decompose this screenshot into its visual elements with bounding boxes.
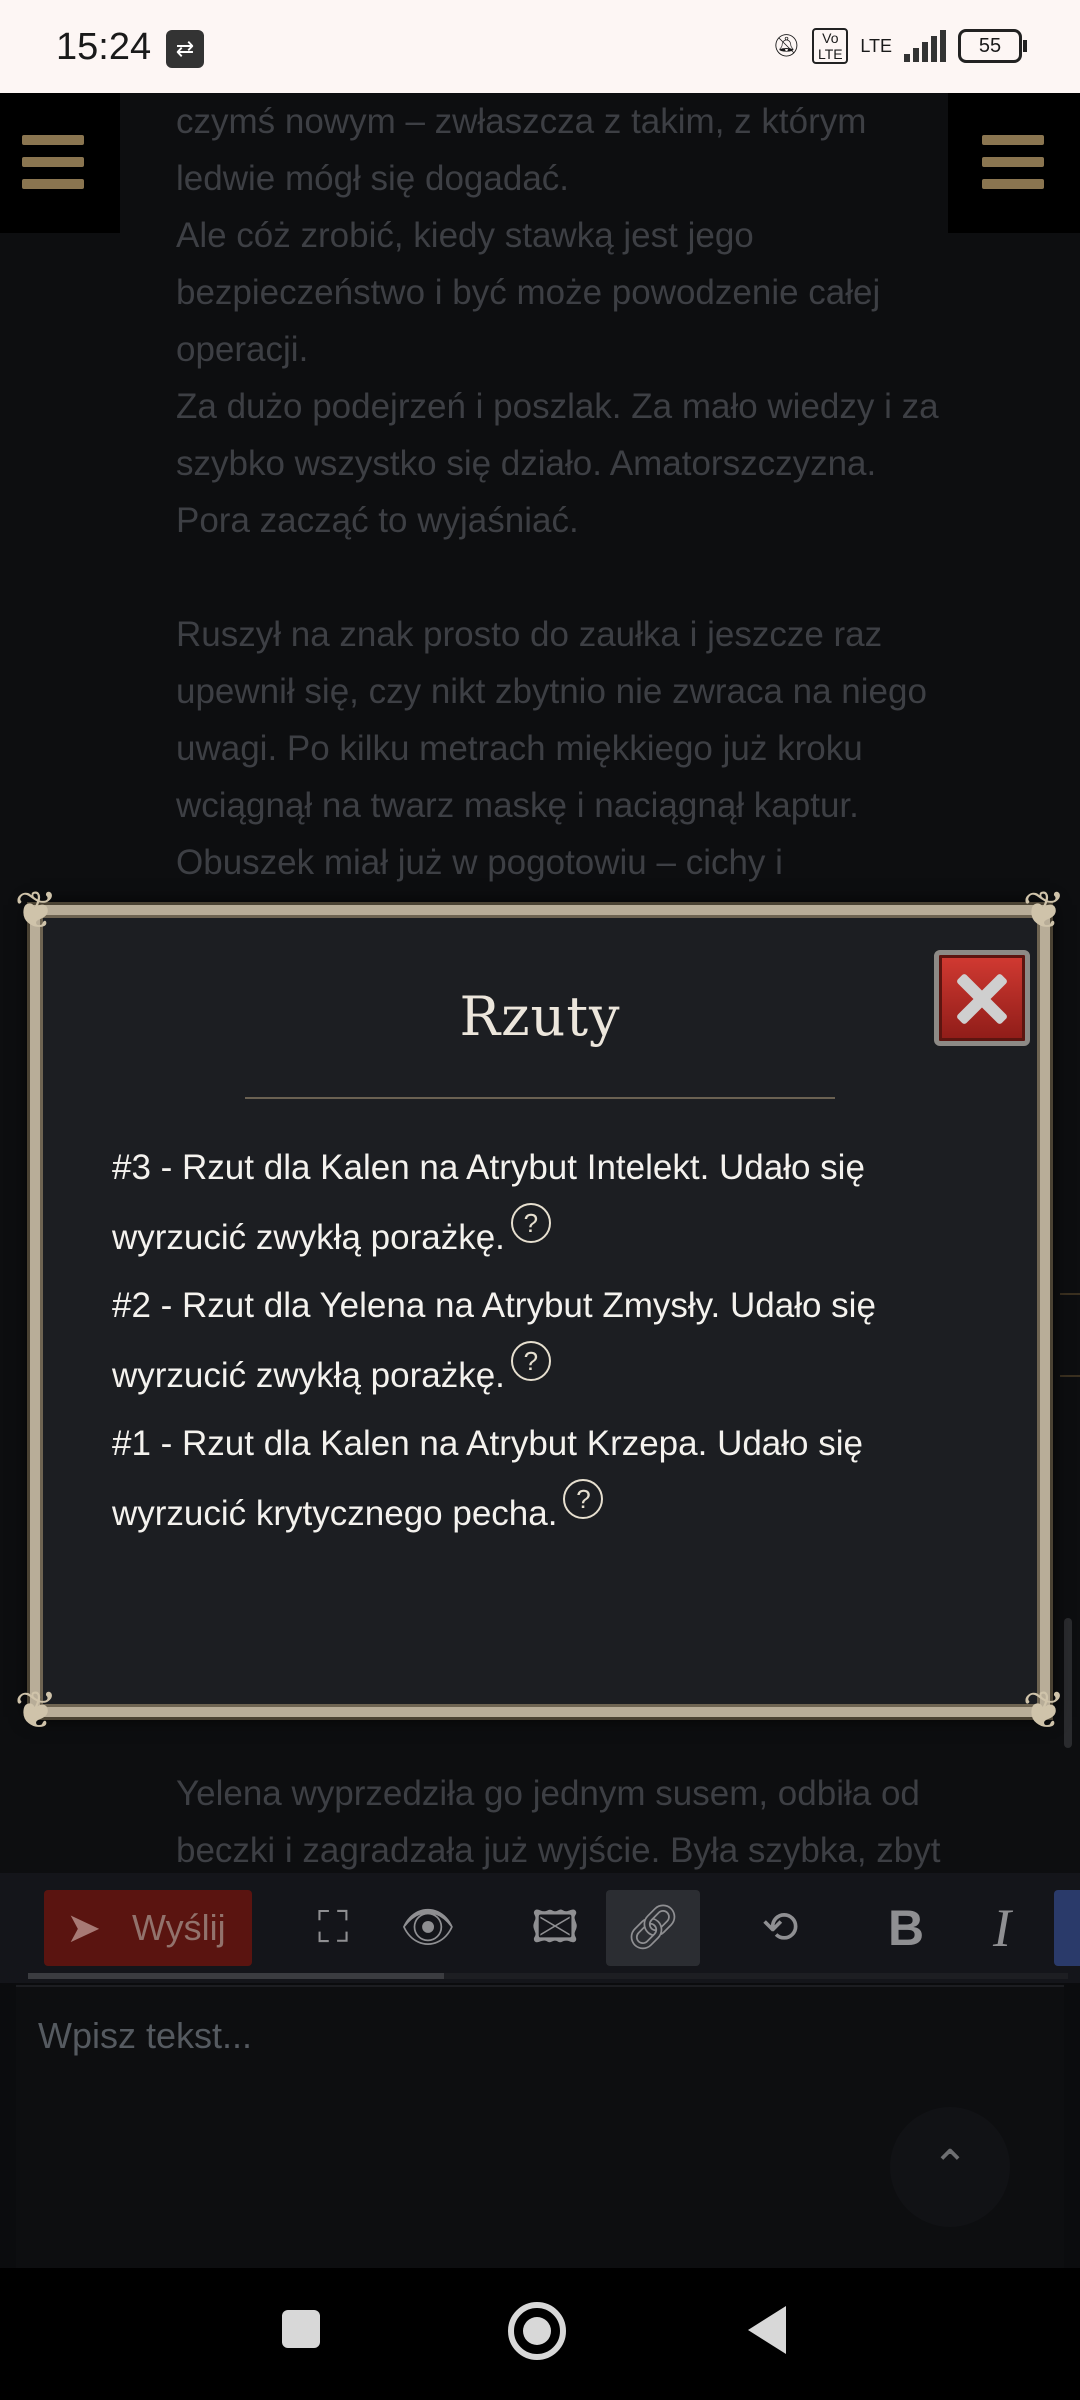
rolls-modal: ❦ ❦ ❦ ❦ Rzuty #3 - Rzut dla Kalen na Atr… bbox=[14, 882, 1066, 1740]
progress-fill bbox=[28, 1973, 444, 1979]
ornament-icon: ❦ bbox=[1022, 1682, 1066, 1740]
fullscreen-icon[interactable]: ⛶ bbox=[293, 1890, 373, 1966]
signal-icon bbox=[904, 30, 946, 62]
volte-icon: Vo LTE bbox=[812, 28, 849, 64]
link-icon[interactable]: 🔗︎ bbox=[606, 1890, 700, 1966]
roll-result: wyrzucić krytycznego pecha. bbox=[112, 1494, 558, 1533]
roll-entry: #1 - Rzut dla Kalen na Atrybut Krzepa. U… bbox=[112, 1419, 992, 1557]
roll-text: #3 - Rzut dla Kalen na Atrybut Intelekt.… bbox=[112, 1148, 865, 1187]
hamburger-icon bbox=[22, 135, 84, 145]
roll-entry: #3 - Rzut dla Kalen na Atrybut Intelekt.… bbox=[112, 1143, 992, 1281]
status-bar: 15:24 ⇄ 🔕︎ Vo LTE LTE 55 bbox=[0, 0, 1080, 93]
close-button[interactable] bbox=[934, 950, 1030, 1046]
roll-result: wyrzucić zwykłą porażkę. bbox=[112, 1218, 505, 1257]
more-tools-button[interactable] bbox=[1054, 1890, 1080, 1966]
send-label: Wyślij bbox=[132, 1907, 226, 1948]
bold-button[interactable]: B bbox=[866, 1890, 946, 1966]
left-menu-button[interactable] bbox=[0, 93, 120, 233]
story-line: beczki i zagradzała już wyjście. Była sz… bbox=[176, 1831, 941, 1870]
story-line: wciągnął na twarz maskę i naciągnął kapt… bbox=[176, 786, 859, 825]
battery-icon: 55 bbox=[958, 29, 1027, 63]
notification-icon: ⇄ bbox=[166, 30, 204, 68]
roll-text: #2 - Rzut dla Yelena na Atrybut Zmysły. … bbox=[112, 1286, 876, 1325]
story-line: Ruszył na znak prosto do zaułka i jeszcz… bbox=[176, 615, 883, 654]
ornament-icon: ❦ bbox=[14, 882, 58, 940]
ornament-icon: ❦ bbox=[1022, 882, 1066, 940]
story-line: ledwie mógł się dogadać. bbox=[176, 159, 570, 198]
status-time: 15:24 bbox=[56, 26, 152, 68]
story-line: uwagi. Po kilku metrach miękkiego już kr… bbox=[176, 729, 863, 768]
editor-placeholder: Wpisz tekst... bbox=[38, 2015, 253, 2056]
story-line: czymś nowym – zwłaszcza z takim, z który… bbox=[176, 102, 867, 141]
preview-eye-icon[interactable]: 👁︎ bbox=[388, 1890, 468, 1966]
roll-entry: #2 - Rzut dla Yelena na Atrybut Zmysły. … bbox=[112, 1281, 992, 1419]
story-line: Za dużo podejrzeń i poszlak. Za mało wie… bbox=[176, 387, 939, 426]
story-line: Yelena wyprzedziła go jednym susem, odbi… bbox=[176, 1774, 920, 1813]
help-icon[interactable]: ? bbox=[563, 1479, 604, 1519]
story-line: upewnił się, czy nikt zbytnio nie zwraca… bbox=[176, 672, 927, 711]
story-line: Pora zacząć to wyjaśniać. bbox=[176, 501, 579, 540]
history-icon[interactable]: ⟲ bbox=[740, 1890, 820, 1966]
roll-result: wyrzucić zwykłą porażkę. bbox=[112, 1356, 505, 1395]
send-icon: ➤ bbox=[66, 1904, 102, 1951]
italic-button[interactable]: I bbox=[962, 1890, 1042, 1966]
modal-title: Rzuty bbox=[459, 985, 621, 1048]
roll-text: #1 - Rzut dla Kalen na Atrybut Krzepa. U… bbox=[112, 1424, 863, 1463]
recents-icon[interactable] bbox=[282, 2310, 320, 2348]
story-text: czymś nowym – zwłaszcza z takim, z który… bbox=[176, 93, 1016, 891]
side-panel-edge bbox=[1060, 1293, 1080, 1377]
story-line: szybko wszystko się działo. Amatorszczyz… bbox=[176, 444, 877, 483]
story-line: Obuszek miał już w pogotowiu – cichy i bbox=[176, 843, 783, 882]
home-icon[interactable] bbox=[508, 2302, 566, 2360]
help-icon[interactable]: ? bbox=[510, 1341, 551, 1381]
editor-toolbar: ➤ Wyślij ⛶ 👁︎ 🖾 🔗︎ ⟲ B I bbox=[0, 1873, 1080, 1983]
story-line: bezpieczeństwo i być może powodzenie cał… bbox=[176, 273, 881, 312]
back-icon[interactable] bbox=[748, 2306, 786, 2354]
story-text-continued: Yelena wyprzedziła go jednym susem, odbi… bbox=[176, 1765, 1016, 1879]
network-label: LTE bbox=[860, 35, 892, 56]
toolbar-scroll-progress bbox=[28, 1973, 1068, 1979]
send-button[interactable]: ➤ Wyślij bbox=[44, 1890, 252, 1966]
scroll-to-top-button[interactable]: ⌃ bbox=[890, 2107, 1010, 2227]
system-nav-bar bbox=[0, 2268, 1080, 2400]
mute-icon: 🔕︎ bbox=[772, 33, 801, 58]
story-line: Ale cóż zrobić, kiedy stawką jest jego bbox=[176, 216, 754, 255]
story-line: operacji. bbox=[176, 330, 309, 369]
ornament-icon: ❦ bbox=[14, 1682, 58, 1740]
help-icon[interactable]: ? bbox=[510, 1203, 551, 1243]
status-icons: 🔕︎ Vo LTE LTE 55 bbox=[772, 28, 1027, 64]
divider bbox=[245, 1097, 835, 1099]
rolls-list: #3 - Rzut dla Kalen na Atrybut Intelekt.… bbox=[112, 1143, 992, 1557]
image-icon[interactable]: 🖾 bbox=[515, 1890, 595, 1966]
